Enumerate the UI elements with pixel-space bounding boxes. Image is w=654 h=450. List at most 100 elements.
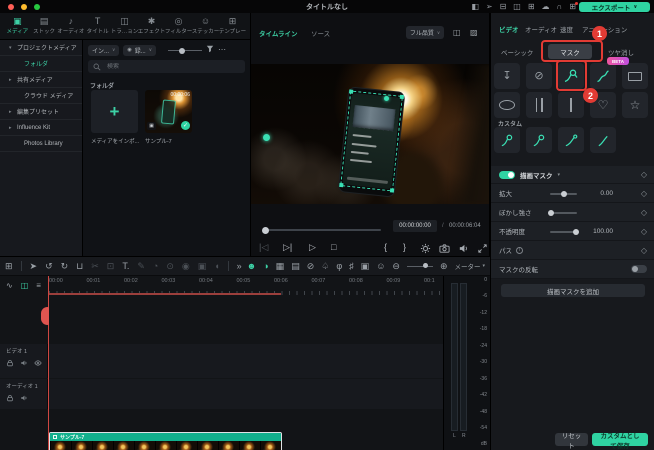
sidebar-item-folder[interactable]: フォルダ	[0, 56, 82, 72]
timeline-clip[interactable]: サンプル-7	[49, 432, 282, 450]
search-bar[interactable]	[88, 60, 245, 73]
tab-stickers[interactable]: ☺ ステッカー	[192, 17, 220, 36]
stabilization-icon[interactable]: ♤	[321, 261, 329, 271]
quality-dropdown[interactable]: フル品質 ∨	[406, 26, 444, 39]
custom-mask-3[interactable]	[558, 127, 584, 153]
undo-icon[interactable]: ↺	[45, 261, 53, 271]
cloud-icon[interactable]: ☁	[542, 2, 550, 11]
search-input[interactable]	[105, 62, 240, 71]
eye-icon[interactable]	[34, 359, 42, 367]
import-dropdown[interactable]: イン... ∨	[88, 44, 120, 56]
add-draw-mask-button[interactable]: 描画マスクを追加	[501, 284, 645, 297]
filter-icon[interactable]	[206, 45, 214, 55]
workspace-icon[interactable]: ◫	[513, 2, 521, 11]
blur-slider[interactable]	[548, 209, 577, 216]
chevron-down-icon[interactable]: ▾	[558, 172, 561, 178]
tab-stock[interactable]: ▤ ストック	[31, 17, 58, 36]
sidebar-item-influence-kit[interactable]: ▸ Influence Kit	[0, 120, 82, 136]
keyframe-button[interactable]: ◇	[641, 170, 647, 179]
tab-filters[interactable]: ◎ フィルター	[165, 17, 192, 36]
meter-dropdown[interactable]: メーター ▾	[454, 261, 485, 271]
mask-handle[interactable]	[348, 89, 354, 94]
auto-reframe-icon[interactable]: ◑	[263, 261, 268, 271]
audio-track-lane[interactable]: オーディオ 1	[0, 379, 443, 409]
notifications-icon[interactable]: ∩	[557, 2, 563, 11]
timeline-zoom-slider[interactable]	[406, 262, 433, 270]
keyframe-button[interactable]: ◇	[641, 189, 647, 198]
apps-icon[interactable]: ⊞	[569, 1, 578, 11]
ai-draw-mask-button[interactable]	[590, 63, 616, 89]
star-mask-button[interactable]: ☆	[622, 92, 648, 118]
keyframe-button[interactable]: ◇	[641, 227, 647, 236]
media-clip-thumbnail[interactable]: 00:00:06 ▣ ✓	[145, 90, 192, 133]
sidebar-item-shared-media[interactable]: ▸ 共有メディア	[0, 72, 82, 88]
playhead-line[interactable]	[48, 276, 49, 450]
tab-templates[interactable]: ⊞ テンプレー	[219, 17, 246, 36]
record-dropdown[interactable]: ◉ 録... ∨	[123, 44, 156, 56]
expand-slider[interactable]	[550, 190, 577, 197]
tab-timeline-view[interactable]: タイムライン	[259, 28, 298, 38]
track-manager-icon[interactable]: ≡	[36, 281, 41, 290]
invert-mask-toggle[interactable]	[631, 265, 647, 273]
lock-icon[interactable]	[6, 359, 14, 367]
next-frame-button[interactable]: ▷|	[283, 240, 292, 254]
seek-handle[interactable]	[262, 226, 269, 234]
tab-source-view[interactable]: ソース	[311, 28, 330, 38]
no-mask-button[interactable]: ⊘	[526, 63, 552, 89]
import-mask-button[interactable]: ↧	[494, 63, 520, 89]
more-icon[interactable]: ⋯	[218, 46, 226, 54]
ripple-edit-icon[interactable]: ◫	[21, 281, 29, 290]
tab-media[interactable]: ▣ メディア	[4, 17, 31, 36]
media-browser-icon[interactable]: ⊞	[5, 261, 13, 271]
tab-effects[interactable]: ✱ エフェクト	[138, 17, 166, 36]
line-mask-button[interactable]	[558, 92, 584, 118]
save-as-custom-button[interactable]: カスタムとして保存	[592, 433, 648, 450]
share-icon[interactable]: ➢	[486, 2, 493, 11]
voiceover-icon[interactable]: φ	[336, 261, 342, 271]
mask-handle[interactable]	[339, 182, 344, 188]
split-screen-icon[interactable]: ◫	[453, 28, 461, 37]
keyframe-button[interactable]: ◇	[641, 246, 647, 255]
thumbnail-size-slider[interactable]	[168, 45, 202, 55]
sidebar-item-cloud-media[interactable]: クラウド メディア	[0, 88, 82, 104]
export-button[interactable]: エクスポート ∨	[579, 2, 650, 12]
tab-video[interactable]: ビデオ	[499, 24, 519, 34]
tab-speed[interactable]: 速度	[560, 24, 573, 34]
custom-mask-2[interactable]	[526, 127, 552, 153]
subtab-matte[interactable]: ツヤ消し	[608, 47, 634, 57]
face-off-icon[interactable]: ☺	[376, 261, 385, 271]
stop-button[interactable]: □	[331, 240, 336, 254]
sidebar-item-edit-presets[interactable]: ▸ 編集プリセット	[0, 104, 82, 120]
text-tool-icon[interactable]: T.	[122, 261, 129, 271]
motion-tracking-icon[interactable]: ⊘	[307, 261, 315, 271]
playhead-handle[interactable]	[41, 307, 49, 325]
timeline-ruler[interactable]: 00:00 00:01 00:02 00:03 00:04 00:05 00:06 00:07…	[48, 276, 443, 295]
video-track-lane[interactable]: ビデオ 1 サンプル-7	[0, 344, 443, 450]
double-line-mask-button[interactable]	[526, 92, 552, 118]
seek-bar[interactable]	[262, 226, 381, 234]
zoom-fit-icon[interactable]: ⊕	[440, 261, 448, 271]
mask-control-point[interactable]	[263, 134, 270, 141]
import-media-tile[interactable]: +	[91, 90, 138, 133]
rectangle-mask-button[interactable]	[622, 63, 648, 89]
sidebar-item-photos-library[interactable]: Photos Library	[0, 136, 82, 152]
mask-control-point[interactable]	[384, 96, 389, 101]
custom-mask-4[interactable]	[590, 127, 616, 153]
screen-capture-icon[interactable]: ⊞	[528, 2, 535, 11]
tab-titles[interactable]: T タイトル	[84, 17, 111, 36]
snap-icon[interactable]: ∿	[6, 281, 13, 290]
mark-in-button[interactable]: {	[384, 240, 387, 254]
subtab-basic[interactable]: ベーシック	[501, 47, 533, 57]
tab-audio[interactable]: オーディオ	[525, 24, 557, 34]
screen-record-icon[interactable]: ▣	[361, 261, 370, 271]
redo-icon[interactable]: ↻	[61, 261, 69, 271]
mask-handle[interactable]	[389, 188, 395, 193]
mask-handle[interactable]	[399, 94, 405, 100]
reset-button[interactable]: リセット	[555, 433, 588, 450]
delete-icon[interactable]: ⊔	[76, 261, 83, 271]
sidebar-item-project-media[interactable]: ▾ プロジェクトメディア	[0, 40, 82, 56]
scene-detection-icon[interactable]: ▤	[291, 261, 300, 271]
snapshot-view-icon[interactable]: ▨	[470, 28, 478, 37]
opacity-slider[interactable]	[550, 228, 580, 235]
keyframe-button[interactable]: ◇	[641, 208, 647, 217]
